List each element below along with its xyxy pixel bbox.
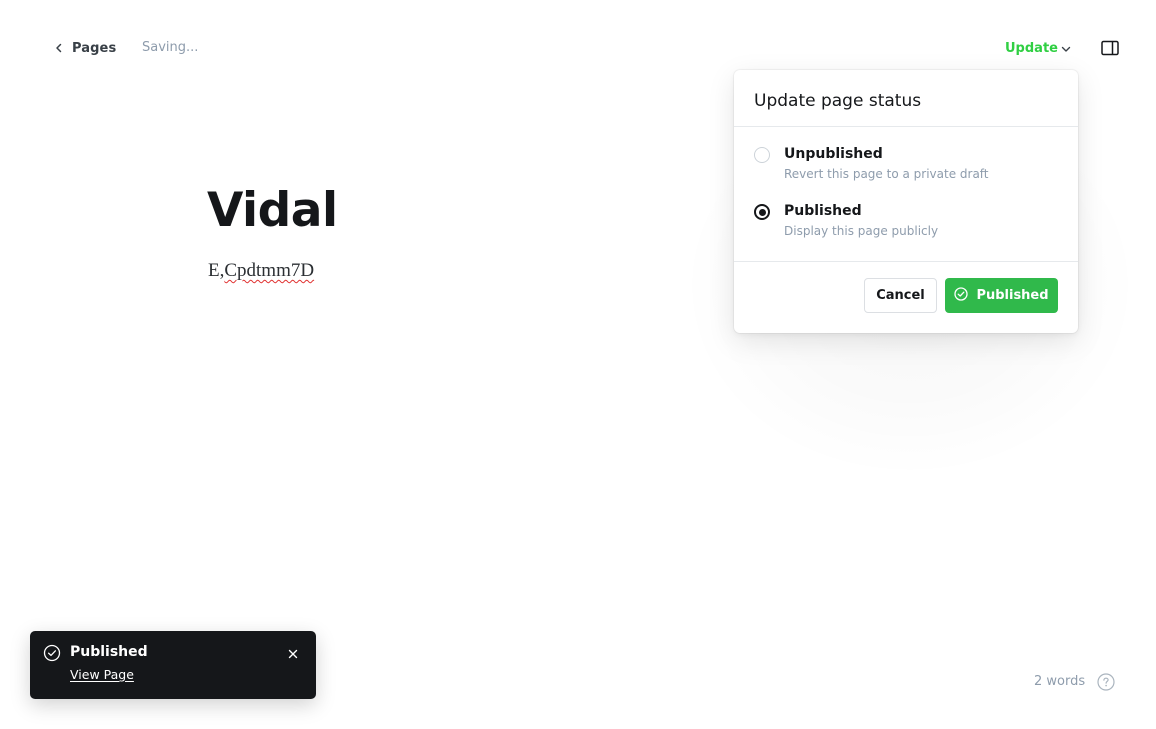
publish-status-dropdown: Update page status Unpublished Revert th… xyxy=(734,70,1078,333)
chevron-left-icon xyxy=(54,43,64,53)
check-circle-icon xyxy=(43,644,61,662)
close-icon[interactable] xyxy=(286,646,300,660)
option-description: Revert this page to a private draft xyxy=(784,167,989,181)
misspelled-word: Cpdtmm7D xyxy=(224,260,315,281)
question-circle-icon xyxy=(1097,673,1115,695)
post-title[interactable]: Vidal xyxy=(207,181,338,241)
radio-unpublished[interactable] xyxy=(754,147,770,163)
sidebar-panel-icon xyxy=(1101,40,1119,60)
cancel-button-label: Cancel xyxy=(876,288,925,303)
update-label: Update xyxy=(1005,40,1058,56)
confirm-published-button[interactable]: Published xyxy=(945,278,1058,313)
published-toast: Published View Page xyxy=(30,631,316,699)
help-button[interactable] xyxy=(1097,673,1115,691)
check-circle-icon xyxy=(954,286,969,305)
status-options: Unpublished Revert this page to a privat… xyxy=(734,127,1078,262)
body-text: E, xyxy=(208,260,225,281)
cancel-button[interactable]: Cancel xyxy=(864,278,937,313)
option-title: Published xyxy=(784,203,862,219)
settings-sidebar-toggle[interactable] xyxy=(1101,40,1119,56)
option-title: Unpublished xyxy=(784,146,883,162)
back-link-label: Pages xyxy=(72,40,117,56)
confirm-button-label: Published xyxy=(976,288,1049,303)
dropdown-footer: Cancel Published xyxy=(734,262,1078,332)
view-page-link[interactable]: View Page xyxy=(70,667,134,682)
chevron-down-icon xyxy=(1061,39,1071,58)
update-dropdown-trigger[interactable]: Update xyxy=(1005,39,1071,57)
radio-published[interactable] xyxy=(754,204,770,220)
toast-title: Published xyxy=(70,644,148,660)
back-to-pages-link[interactable]: Pages xyxy=(54,39,116,57)
option-description: Display this page publicly xyxy=(784,224,939,238)
post-body-editor[interactable]: E,Cpdtmm7D xyxy=(208,258,314,284)
word-count: 2 words xyxy=(1034,674,1086,689)
save-status: Saving... xyxy=(142,40,199,55)
dropdown-heading: Update page status xyxy=(734,70,1078,127)
